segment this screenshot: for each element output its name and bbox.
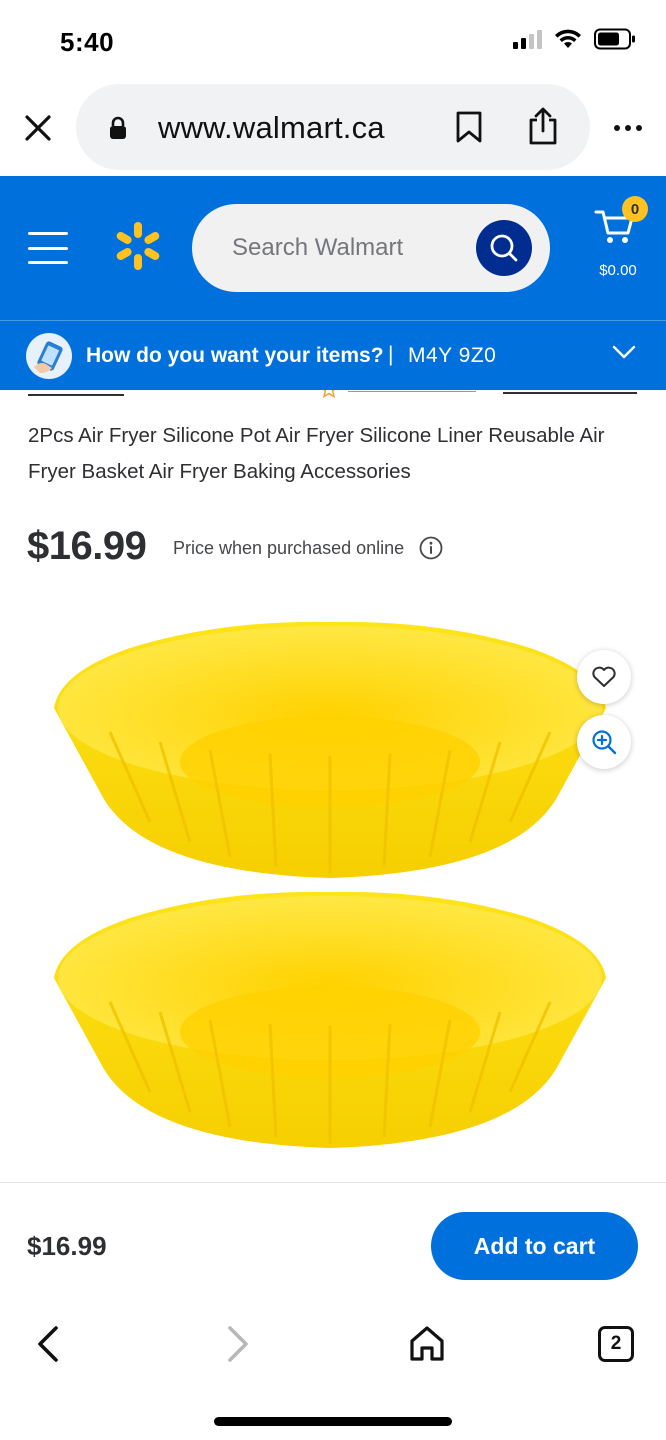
home-indicator: [214, 1417, 452, 1426]
product-image[interactable]: [40, 612, 620, 1168]
signal-icon: [513, 29, 542, 49]
fulfillment-question: How do you want your items?: [86, 344, 384, 367]
back-icon[interactable]: [30, 1324, 66, 1364]
fulfillment-location-bar[interactable]: How do you want your items? | M4Y 9Z0: [0, 320, 666, 390]
search-button[interactable]: [476, 220, 532, 276]
zoom-button[interactable]: [577, 715, 631, 769]
product-title: 2Pcs Air Fryer Silicone Pot Air Fryer Si…: [28, 424, 605, 483]
menu-button[interactable]: [28, 232, 68, 264]
more-button[interactable]: [608, 114, 648, 142]
address-bar[interactable]: www.walmart.ca: [76, 84, 590, 170]
location-separator: |: [388, 343, 394, 366]
chevron-down-icon: [612, 345, 636, 359]
postal-code: M4Y 9Z0: [408, 344, 497, 367]
status-icons: [513, 28, 636, 50]
price-note: Price when purchased online: [173, 538, 405, 558]
favorite-button[interactable]: [577, 650, 631, 704]
cart-count-badge: 0: [622, 196, 648, 222]
close-icon: [25, 115, 51, 141]
close-button[interactable]: [18, 108, 58, 148]
bookmark-icon[interactable]: [454, 110, 484, 144]
url-text: www.walmart.ca: [158, 110, 385, 145]
status-time: 5:40: [60, 27, 115, 57]
delivery-icon: [26, 333, 72, 379]
info-icon[interactable]: [419, 536, 443, 560]
browser-bar: www.walmart.ca: [0, 84, 666, 176]
more-icon: [614, 125, 620, 131]
search-input[interactable]: Search Walmart: [192, 204, 550, 292]
battery-icon: [594, 28, 635, 50]
zoom-in-icon: [592, 730, 617, 755]
lock-icon: [110, 116, 126, 139]
search-placeholder: Search Walmart: [232, 234, 404, 261]
search-icon: [490, 234, 518, 262]
home-icon[interactable]: [408, 1324, 446, 1364]
status-bar: 5:40: [0, 0, 666, 84]
forward-icon[interactable]: [220, 1324, 256, 1364]
site-header: Search Walmart 0 $0.00: [0, 176, 666, 320]
browser-bottom-nav: 2: [0, 1300, 666, 1440]
share-icon[interactable]: [526, 106, 560, 146]
sticky-price: $16.99: [27, 1231, 107, 1261]
tabs-button[interactable]: 2: [598, 1326, 634, 1362]
product-price: $16.99: [27, 524, 147, 568]
cart-total: $0.00: [599, 262, 637, 279]
add-to-cart-button[interactable]: Add to cart: [431, 1212, 638, 1280]
cart-button[interactable]: 0 $0.00: [590, 196, 656, 286]
heart-icon: [592, 666, 616, 687]
spark-icon[interactable]: [112, 220, 164, 272]
wifi-icon: [555, 29, 581, 48]
sticky-cart-bar: $16.99 Add to cart: [0, 1182, 666, 1300]
